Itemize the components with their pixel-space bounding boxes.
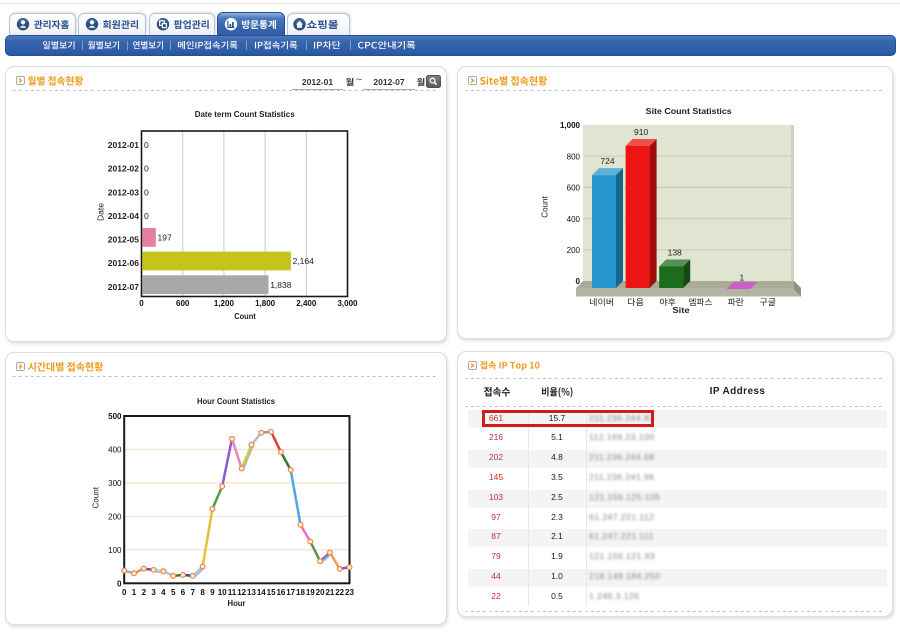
- svg-text:197: 197: [158, 233, 172, 243]
- svg-text:1,000: 1,000: [560, 121, 581, 130]
- svg-text:3,000: 3,000: [337, 299, 358, 308]
- svg-text:724: 724: [600, 156, 614, 166]
- svg-text:1: 1: [740, 273, 745, 283]
- svg-text:Date term Count Statistics: Date term Count Statistics: [195, 109, 295, 119]
- svg-text:200: 200: [108, 513, 122, 522]
- svg-text:1: 1: [132, 588, 137, 597]
- svg-text:300: 300: [108, 479, 122, 488]
- svg-text:500: 500: [108, 412, 122, 421]
- svg-text:21: 21: [325, 588, 334, 597]
- svg-text:1,200: 1,200: [214, 299, 235, 308]
- svg-text:23: 23: [345, 588, 354, 597]
- svg-text:18: 18: [296, 588, 305, 597]
- svg-text:2012-07: 2012-07: [108, 282, 139, 292]
- svg-text:Hour Count Statistics: Hour Count Statistics: [197, 396, 275, 406]
- svg-text:0: 0: [144, 211, 149, 221]
- svg-text:19: 19: [306, 588, 315, 597]
- svg-text:14: 14: [257, 588, 266, 597]
- svg-text:0: 0: [122, 588, 127, 597]
- svg-text:600: 600: [176, 299, 190, 308]
- svg-text:0: 0: [144, 164, 149, 174]
- svg-text:Site: Site: [672, 305, 689, 315]
- svg-text:16: 16: [276, 588, 285, 597]
- svg-text:Hour: Hour: [228, 598, 247, 608]
- svg-text:400: 400: [108, 446, 122, 455]
- svg-text:600: 600: [567, 184, 581, 193]
- svg-text:8: 8: [200, 588, 205, 597]
- svg-text:2012-02: 2012-02: [108, 164, 139, 174]
- svg-text:9: 9: [210, 588, 215, 597]
- svg-text:800: 800: [567, 152, 581, 161]
- svg-text:Count: Count: [234, 312, 256, 321]
- svg-text:2012-01: 2012-01: [108, 140, 139, 150]
- svg-text:3: 3: [151, 588, 156, 597]
- svg-text:0: 0: [144, 187, 149, 197]
- svg-text:138: 138: [668, 248, 682, 258]
- svg-text:20: 20: [316, 588, 325, 597]
- svg-text:Count: Count: [91, 486, 101, 508]
- svg-text:2,164: 2,164: [293, 256, 315, 266]
- svg-text:Date: Date: [96, 203, 106, 221]
- svg-text:200: 200: [567, 246, 581, 255]
- svg-text:11: 11: [228, 588, 237, 597]
- svg-text:0: 0: [139, 299, 144, 308]
- svg-text:2,400: 2,400: [296, 299, 317, 308]
- svg-text:6: 6: [181, 588, 186, 597]
- svg-text:13: 13: [247, 588, 256, 597]
- svg-text:2: 2: [142, 588, 147, 597]
- svg-text:0: 0: [144, 140, 149, 150]
- svg-text:2012-06: 2012-06: [108, 258, 139, 268]
- svg-text:0: 0: [576, 277, 581, 286]
- svg-text:10: 10: [218, 588, 227, 597]
- svg-text:400: 400: [567, 215, 581, 224]
- svg-text:12: 12: [237, 588, 246, 597]
- svg-text:Site Count Statistics: Site Count Statistics: [646, 106, 732, 116]
- svg-text:7: 7: [191, 588, 196, 597]
- svg-text:15: 15: [267, 588, 276, 597]
- svg-text:2012-05: 2012-05: [108, 235, 139, 245]
- svg-text:4: 4: [161, 588, 166, 597]
- svg-text:22: 22: [335, 588, 344, 597]
- svg-text:100: 100: [108, 546, 122, 555]
- svg-text:1,838: 1,838: [270, 280, 292, 290]
- svg-text:2012-04: 2012-04: [108, 211, 139, 221]
- svg-text:910: 910: [634, 127, 648, 137]
- svg-text:Count: Count: [540, 196, 550, 218]
- svg-text:1,800: 1,800: [255, 299, 276, 308]
- svg-text:5: 5: [171, 588, 176, 597]
- svg-text:17: 17: [286, 588, 295, 597]
- svg-text:2012-03: 2012-03: [108, 187, 139, 197]
